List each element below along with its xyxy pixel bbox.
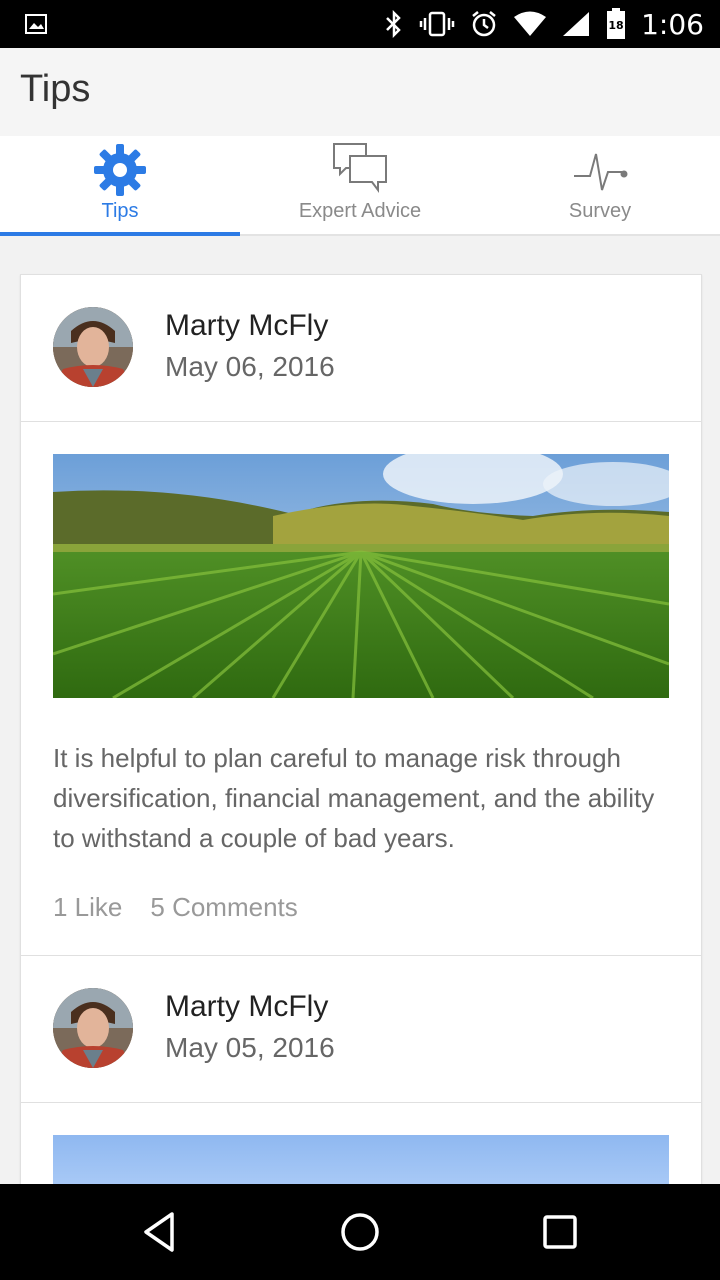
battery-level: 18	[608, 19, 623, 32]
tab-tips[interactable]: Tips	[0, 136, 240, 236]
post-header[interactable]: Marty McFly May 05, 2016	[21, 956, 701, 1103]
home-icon[interactable]	[336, 1208, 384, 1256]
avatar-image	[53, 988, 133, 1068]
post-author[interactable]: Marty McFly	[165, 309, 328, 343]
pulse-icon	[574, 153, 628, 191]
tab-label: Survey	[568, 200, 632, 222]
like-button[interactable]: 1 Like	[53, 892, 122, 923]
avatar[interactable]	[53, 307, 133, 387]
clock-time: 1:06	[641, 7, 704, 41]
tab-label: Tips	[101, 200, 139, 222]
battery-icon: 18	[607, 8, 626, 39]
system-nav-bar	[0, 1184, 720, 1280]
post-body	[21, 1103, 701, 1184]
post-header[interactable]: Marty McFly May 06, 2016	[21, 275, 701, 422]
page-title: Tips	[20, 68, 91, 110]
tab-bar: Tips Expert Advice Survey	[0, 136, 720, 236]
status-icons: 18 1:06	[383, 0, 704, 48]
signal-icon	[563, 12, 590, 36]
vibrate-icon	[419, 11, 455, 37]
post-actions: 1 Like 5 Comments	[53, 892, 669, 923]
post-date: May 05, 2016	[165, 1032, 335, 1063]
post-author[interactable]: Marty McFly	[165, 990, 328, 1024]
status-bar: 18 1:06	[0, 0, 720, 48]
bluetooth-icon	[386, 10, 401, 38]
post-image[interactable]	[53, 454, 669, 698]
avatar[interactable]	[53, 988, 133, 1068]
avatar-image	[53, 307, 133, 387]
comments-button[interactable]: 5 Comments	[150, 892, 297, 923]
post-text: It is helpful to plan careful to manage …	[53, 743, 655, 853]
tab-expert-advice[interactable]: Expert Advice	[240, 136, 480, 234]
gear-icon	[94, 144, 146, 196]
tab-survey[interactable]: Survey	[480, 136, 720, 234]
post-image[interactable]	[53, 1135, 669, 1184]
tips-feed[interactable]: Marty McFly May 06, 2016 It is helpful t…	[0, 236, 720, 1184]
post-body: It is helpful to plan careful to manage …	[21, 422, 701, 956]
app-bar: Tips	[0, 48, 720, 136]
post-date: May 06, 2016	[165, 351, 335, 382]
alarm-icon	[472, 11, 496, 37]
post-card: Marty McFly May 06, 2016 It is helpful t…	[20, 274, 702, 1184]
image-icon	[25, 14, 47, 34]
tab-label: Expert Advice	[298, 200, 422, 222]
back-icon[interactable]	[136, 1208, 184, 1256]
recents-icon[interactable]	[536, 1208, 584, 1256]
wifi-icon	[514, 11, 547, 36]
chat-bubbles-icon	[333, 143, 387, 193]
